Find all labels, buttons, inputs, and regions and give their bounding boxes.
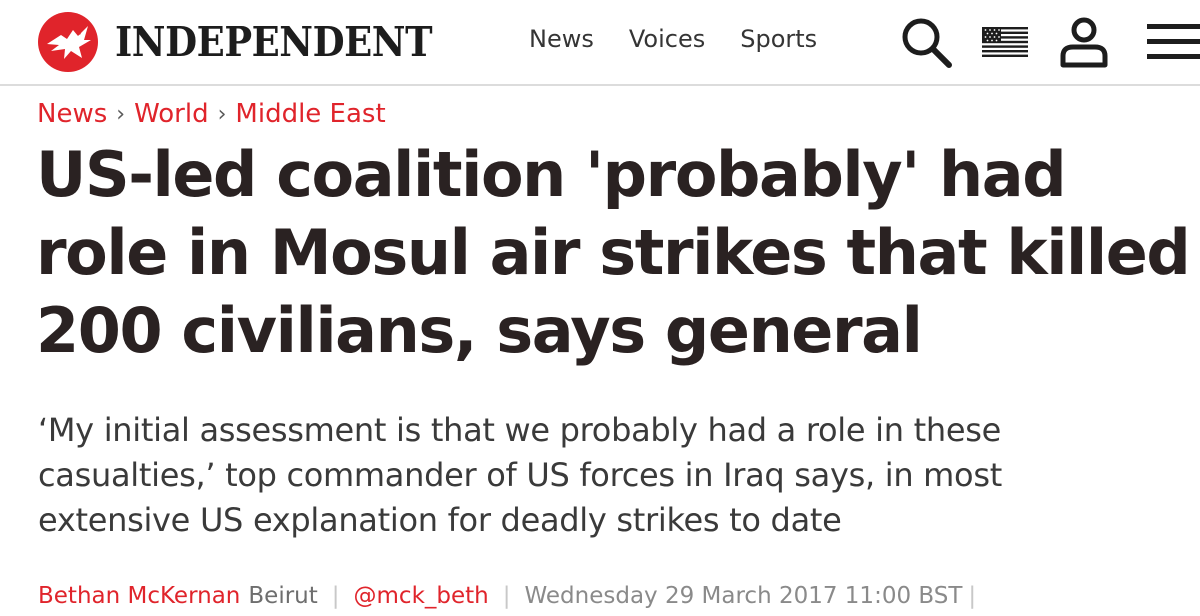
main-nav: News Voices Sports (529, 22, 852, 56)
byline-separator: | (502, 583, 511, 609)
edition-button[interactable] (980, 14, 1030, 70)
author-link[interactable]: Bethan McKernan (38, 583, 240, 609)
article-headline: US-led coalition 'probably' had role in … (36, 138, 1191, 367)
breadcrumb-separator: › (217, 101, 227, 127)
logo-wordmark: INDEPENDENT (115, 17, 433, 66)
user-icon (1060, 17, 1108, 68)
byline-separator: | (331, 583, 340, 609)
hamburger-menu-icon (1147, 24, 1200, 59)
nav-sports[interactable]: Sports (740, 22, 817, 56)
search-button[interactable] (897, 14, 955, 70)
account-button[interactable] (1058, 14, 1110, 70)
eagle-icon (38, 12, 98, 72)
breadcrumb-world[interactable]: World (134, 99, 209, 129)
byline: Bethan McKernan Beirut | @mck_beth | Wed… (38, 580, 1198, 612)
search-icon (902, 18, 952, 68)
author-twitter-link[interactable]: @mck_beth (354, 583, 489, 609)
byline-separator: | (968, 583, 977, 609)
breadcrumb-news[interactable]: News (37, 99, 107, 129)
publish-date: Wednesday 29 March 2017 11:00 BST (524, 583, 963, 609)
us-flag-icon (982, 27, 1028, 57)
author-location: Beirut (248, 583, 318, 609)
article-standfirst: ‘My initial assessment is that we probab… (38, 411, 1002, 539)
menu-button[interactable] (1145, 14, 1200, 70)
breadcrumb-middle-east[interactable]: Middle East (235, 99, 385, 129)
site-header: INDEPENDENT News Voices Sports (0, 0, 1200, 86)
nav-news[interactable]: News (529, 22, 594, 56)
breadcrumb: News › World › Middle East (37, 96, 386, 132)
breadcrumb-separator: › (116, 101, 126, 127)
site-logo[interactable]: INDEPENDENT (37, 12, 467, 72)
nav-voices[interactable]: Voices (629, 22, 705, 56)
